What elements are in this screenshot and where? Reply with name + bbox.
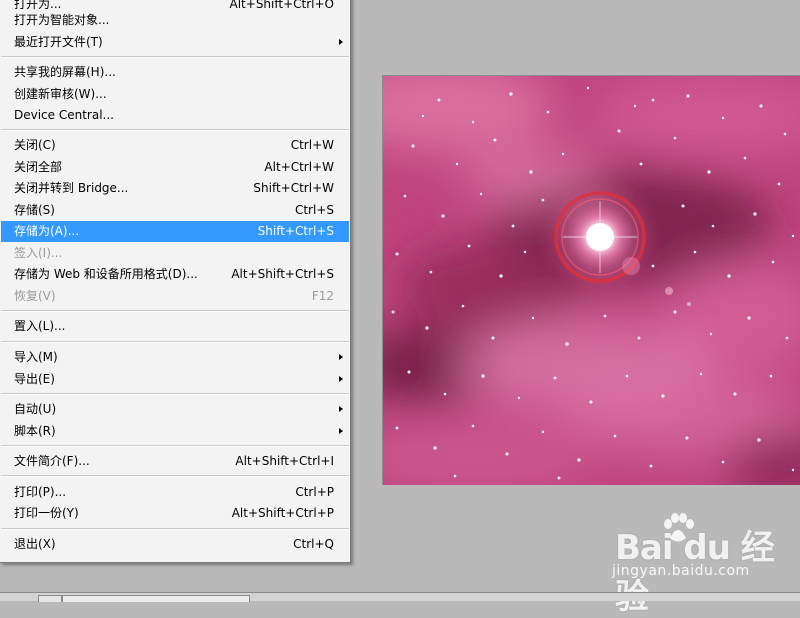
menu-item-label: 脚本(R) xyxy=(14,424,56,438)
menu-item-label: 创建新审核(W)... xyxy=(14,87,107,101)
menu-item-label: 签入(I)... xyxy=(14,246,63,260)
menu-item-place[interactable]: 置入(L)... xyxy=(1,316,349,337)
menu-item-label: 恢复(V) xyxy=(14,289,56,303)
menu-item-save-for-web[interactable]: 存储为 Web 和设备所用格式(D)... Alt+Shift+Ctrl+S xyxy=(1,264,349,285)
menu-item-open-as-smart-object[interactable]: 打开为智能对象... xyxy=(1,10,349,31)
menu-item-shortcut: Ctrl+S xyxy=(294,203,334,217)
submenu-arrow-icon xyxy=(339,428,343,434)
menu-item-label: 关闭(C) xyxy=(14,138,56,152)
submenu-arrow-icon xyxy=(339,376,343,382)
panel-tab[interactable] xyxy=(38,595,62,602)
menu-item-print[interactable]: 打印(P)... Ctrl+P xyxy=(1,482,349,503)
menu-item-shortcut: Shift+Ctrl+S xyxy=(257,224,334,238)
menu-item-check-in: 签入(I)... xyxy=(1,243,349,264)
menu-item-device-central[interactable]: Device Central... xyxy=(1,105,349,126)
menu-item-open-recent[interactable]: 最近打开文件(T) xyxy=(1,32,349,53)
menu-item-shortcut: F12 xyxy=(311,289,334,303)
menu-item-shortcut: Alt+Shift+Ctrl+P xyxy=(231,506,334,520)
menu-item-shortcut: Ctrl+W xyxy=(290,138,334,152)
menu-item-label: 退出(X) xyxy=(14,537,56,551)
menu-item-label: 打印一份(Y) xyxy=(14,506,79,520)
menu-item-label: 导入(M) xyxy=(14,350,58,364)
menu-item-label: 打开为智能对象... xyxy=(14,13,110,27)
menu-item-share-screen[interactable]: 共享我的屏幕(H)... xyxy=(1,62,349,83)
menu-item-label: 最近打开文件(T) xyxy=(14,35,103,49)
menu-item-shortcut: Alt+Ctrl+W xyxy=(264,160,334,174)
submenu-arrow-icon xyxy=(339,406,343,412)
menu-item-close-all[interactable]: 关闭全部 Alt+Ctrl+W xyxy=(1,157,349,178)
menu-item-revert: 恢复(V) F12 xyxy=(1,286,349,307)
menu-item-label: 打印(P)... xyxy=(14,485,67,499)
menu-item-import[interactable]: 导入(M) xyxy=(1,347,349,368)
menu-item-exit[interactable]: 退出(X) Ctrl+Q xyxy=(1,534,349,555)
menu-separator xyxy=(1,56,349,58)
submenu-arrow-icon xyxy=(339,39,343,45)
menu-item-shortcut: Alt+Shift+Ctrl+I xyxy=(235,454,334,468)
menu-item-label: 存储为(A)... xyxy=(14,224,80,238)
menu-item-shortcut: Ctrl+Q xyxy=(293,537,334,551)
menu-item-label: 自动(U) xyxy=(14,402,57,416)
nebula-artwork xyxy=(383,76,800,485)
menu-item-file-info[interactable]: 文件简介(F)... Alt+Shift+Ctrl+I xyxy=(1,451,349,472)
menu-item-label: 共享我的屏幕(H)... xyxy=(14,65,116,79)
menu-item-close[interactable]: 关闭(C) Ctrl+W xyxy=(1,135,349,156)
menu-item-shortcut: Alt+Shift+Ctrl+S xyxy=(231,267,334,281)
menu-item-save-as[interactable]: 存储为(A)... Shift+Ctrl+S xyxy=(1,221,349,242)
panel-tab[interactable] xyxy=(62,595,250,602)
menu-item-close-go-to-bridge[interactable]: 关闭并转到 Bridge... Shift+Ctrl+W xyxy=(1,178,349,199)
menu-item-label: Device Central... xyxy=(14,108,114,122)
menu-separator xyxy=(1,310,349,312)
menu-item-label: 关闭并转到 Bridge... xyxy=(14,181,129,195)
menu-item-label: 存储为 Web 和设备所用格式(D)... xyxy=(14,267,198,281)
menu-item-label: 导出(E) xyxy=(14,372,55,386)
menu-separator xyxy=(1,393,349,395)
menu-item-automate[interactable]: 自动(U) xyxy=(1,399,349,420)
document-canvas[interactable] xyxy=(382,75,800,485)
menu-separator xyxy=(1,341,349,343)
menu-item-label: 存储(S) xyxy=(14,203,55,217)
menu-item-label: 关闭全部 xyxy=(14,160,63,174)
menu-item-print-one-copy[interactable]: 打印一份(Y) Alt+Shift+Ctrl+P xyxy=(1,503,349,524)
menu-separator xyxy=(1,475,349,477)
menu-item-shortcut: Shift+Ctrl+W xyxy=(253,181,334,195)
menu-item-export[interactable]: 导出(E) xyxy=(1,369,349,390)
submenu-arrow-icon xyxy=(339,354,343,360)
menu-item-create-review[interactable]: 创建新审核(W)... xyxy=(1,84,349,105)
menu-separator xyxy=(1,129,349,131)
file-menu: 打开为... Alt+Shift+Ctrl+O 打开为智能对象... 最近打开文… xyxy=(0,0,351,563)
menu-item-label: 文件简介(F)... xyxy=(14,454,90,468)
menu-item-label: 置入(L)... xyxy=(14,319,66,333)
menu-item-shortcut: Ctrl+P xyxy=(295,485,334,499)
menu-item-scripts[interactable]: 脚本(R) xyxy=(1,421,349,442)
menu-separator xyxy=(1,445,349,447)
menu-item-save[interactable]: 存储(S) Ctrl+S xyxy=(1,200,349,221)
watermark-url: jingyan.baidu.com xyxy=(612,563,750,579)
menu-separator xyxy=(1,528,349,530)
paw-icon xyxy=(664,513,694,542)
